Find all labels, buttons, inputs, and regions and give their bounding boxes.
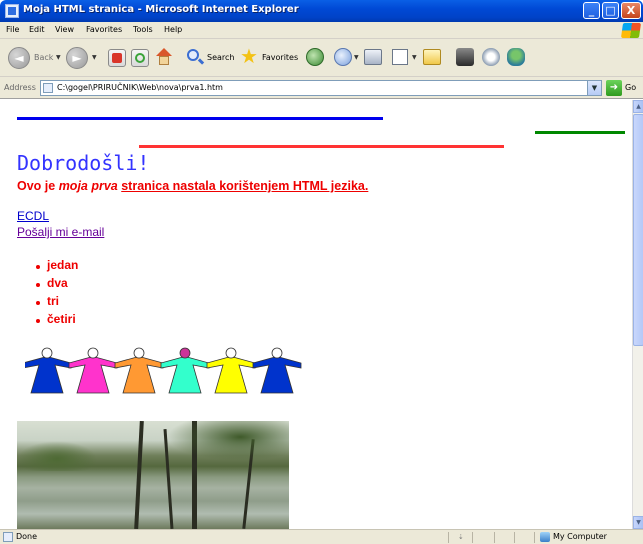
print-icon[interactable] bbox=[364, 49, 382, 65]
refresh-icon[interactable] bbox=[131, 49, 149, 67]
research-icon[interactable] bbox=[456, 48, 474, 66]
scroll-thumb[interactable] bbox=[633, 114, 643, 346]
bulleted-list: jedan dva tri četiri bbox=[36, 258, 78, 330]
paper-doll-figure bbox=[160, 347, 210, 394]
lake-photo bbox=[17, 421, 289, 529]
go-arrow-icon[interactable]: ➜ bbox=[606, 80, 622, 96]
address-label: Address bbox=[4, 83, 36, 92]
ie-page-icon bbox=[5, 4, 19, 18]
scroll-up-icon[interactable]: ▲ bbox=[633, 100, 643, 113]
history-icon[interactable] bbox=[306, 48, 324, 66]
list-item: četiri bbox=[36, 312, 78, 330]
progress-icon: ⇣ bbox=[458, 533, 464, 541]
my-computer-icon bbox=[540, 532, 550, 542]
page-status-icon bbox=[3, 532, 13, 542]
paper-dolls-image bbox=[25, 347, 302, 394]
search-button-label[interactable]: Search bbox=[207, 53, 234, 62]
menu-tools[interactable]: Tools bbox=[133, 25, 153, 34]
list-item: tri bbox=[36, 294, 78, 312]
discuss-folder-icon[interactable] bbox=[423, 49, 441, 65]
back-arrow-icon[interactable]: ◄ bbox=[8, 47, 30, 69]
standard-toolbar: ◄ Back ▼ ► ▼ Search ★ Favorites ▼ ▼ bbox=[0, 39, 643, 77]
menu-help[interactable]: Help bbox=[164, 25, 182, 34]
minimize-button[interactable]: _ bbox=[583, 2, 600, 19]
title-bar: Moja HTML stranica - Microsoft Internet … bbox=[0, 0, 643, 22]
status-bar: Done ⇣ My Computer bbox=[0, 529, 643, 544]
back-dropdown-icon[interactable]: ▼ bbox=[56, 54, 61, 61]
address-input[interactable]: C:\gogel\PRIRUČNIK\Web\nova\prva1.htm ▼ bbox=[40, 80, 602, 96]
windows-logo-icon bbox=[620, 23, 642, 38]
blue-horizontal-rule bbox=[17, 117, 383, 120]
welcome-heading: Dobrodošli! bbox=[17, 151, 150, 175]
menu-bar: File Edit View Favorites Tools Help bbox=[0, 22, 643, 39]
page-content: Dobrodošli! Ovo je moja prva stranica na… bbox=[0, 100, 632, 529]
green-horizontal-rule bbox=[535, 131, 625, 134]
close-button[interactable]: X bbox=[621, 2, 641, 19]
menu-favorites[interactable]: Favorites bbox=[86, 25, 122, 34]
paper-doll-figure bbox=[206, 347, 256, 394]
stop-icon[interactable] bbox=[108, 49, 126, 67]
address-value[interactable]: C:\gogel\PRIRUČNIK\Web\nova\prva1.htm bbox=[57, 83, 223, 92]
intro-prefix: Ovo je bbox=[17, 179, 59, 193]
scroll-down-icon[interactable]: ▼ bbox=[633, 516, 643, 529]
list-item: jedan bbox=[36, 258, 78, 276]
email-link[interactable]: Pošalji mi e-mail bbox=[17, 225, 104, 239]
address-bar: Address C:\gogel\PRIRUČNIK\Web\nova\prva… bbox=[0, 77, 643, 99]
mail-icon[interactable] bbox=[334, 48, 352, 66]
back-button-label[interactable]: Back bbox=[34, 53, 53, 62]
vertical-scrollbar[interactable]: ▲ ▼ bbox=[632, 100, 643, 529]
home-icon[interactable] bbox=[154, 48, 174, 66]
ecdl-link[interactable]: ECDL bbox=[17, 209, 49, 223]
menu-view[interactable]: View bbox=[55, 25, 74, 34]
window-title: Moja HTML stranica - Microsoft Internet … bbox=[23, 4, 299, 15]
paper-doll-figure bbox=[68, 347, 118, 394]
paper-doll-figure bbox=[114, 347, 164, 394]
favorites-button-label[interactable]: Favorites bbox=[262, 53, 298, 62]
intro-paragraph: Ovo je moja prva stranica nastala korišt… bbox=[17, 179, 368, 193]
search-icon[interactable] bbox=[186, 48, 205, 66]
intro-underlined: stranica nastala korištenjem HTML jezika… bbox=[121, 179, 369, 193]
intro-emphasis: moja prva bbox=[58, 179, 118, 193]
address-dropdown-icon[interactable]: ▼ bbox=[587, 81, 601, 95]
edit-page-icon[interactable] bbox=[392, 49, 408, 65]
forward-arrow-icon[interactable]: ► bbox=[66, 47, 88, 69]
maximize-button[interactable]: □ bbox=[602, 2, 619, 19]
forward-dropdown-icon[interactable]: ▼ bbox=[92, 54, 97, 61]
mail-dropdown-icon[interactable]: ▼ bbox=[354, 54, 359, 61]
favorites-star-icon[interactable]: ★ bbox=[240, 46, 258, 66]
red-horizontal-rule bbox=[139, 145, 504, 148]
status-text: Done bbox=[16, 532, 38, 541]
list-item: dva bbox=[36, 276, 78, 294]
menu-edit[interactable]: Edit bbox=[29, 25, 45, 34]
paper-doll-figure bbox=[252, 347, 302, 394]
paper-doll-figure bbox=[25, 347, 72, 394]
menu-file[interactable]: File bbox=[6, 25, 19, 34]
security-zone: My Computer bbox=[553, 532, 607, 541]
edit-dropdown-icon[interactable]: ▼ bbox=[412, 54, 417, 61]
go-button-label[interactable]: Go bbox=[625, 83, 636, 92]
page-icon bbox=[43, 83, 53, 93]
tool-icon[interactable] bbox=[482, 48, 500, 66]
messenger-icon[interactable] bbox=[507, 48, 525, 66]
